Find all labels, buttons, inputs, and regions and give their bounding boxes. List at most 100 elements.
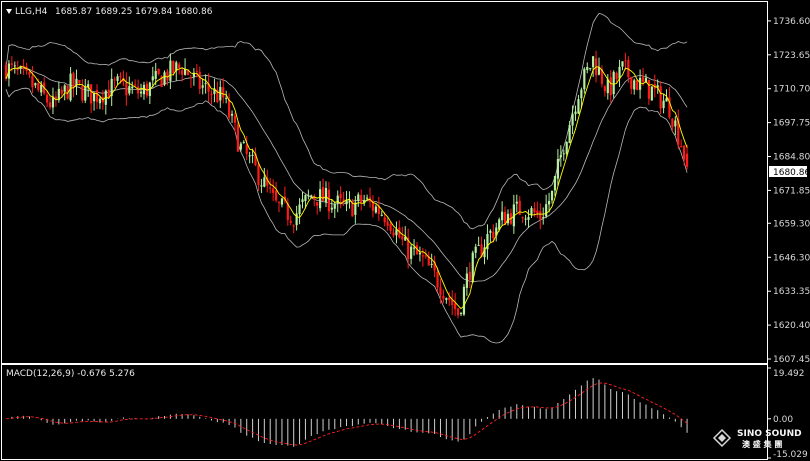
macd-indicator <box>5 378 688 447</box>
candle <box>204 74 207 94</box>
candle <box>274 181 278 203</box>
candle <box>363 194 366 206</box>
candle <box>169 53 172 90</box>
candle <box>319 181 322 212</box>
band-lower <box>5 87 688 344</box>
candle <box>412 239 416 256</box>
logo-text-en: SINO SOUND <box>737 429 802 439</box>
candle <box>398 220 401 239</box>
candle <box>183 58 187 76</box>
candle <box>486 224 489 260</box>
current-price-label: 1680.86 <box>773 168 810 178</box>
candle <box>685 144 689 170</box>
candle <box>198 66 201 95</box>
sino-sound-logo: SINO SOUND 澳 盛 集 團 <box>712 428 802 449</box>
candle <box>160 75 163 88</box>
candle <box>418 246 422 262</box>
price-tick-label: 1671.85 <box>773 186 810 196</box>
candle <box>506 209 510 226</box>
candle <box>263 167 266 188</box>
candle <box>474 243 477 259</box>
chart-menu-triangle-icon[interactable] <box>6 9 12 14</box>
candle <box>512 194 515 234</box>
candle <box>542 207 545 225</box>
candle <box>260 178 263 194</box>
candle <box>454 293 457 316</box>
candle <box>301 191 304 209</box>
band-middle <box>5 67 688 283</box>
candle <box>345 190 348 212</box>
trading-chart[interactable]: 1736.60 1723.65 1710.70 1697.75 1684.80 1671.… <box>0 0 810 461</box>
candle <box>95 84 99 109</box>
candle <box>236 120 240 152</box>
candle <box>272 179 275 202</box>
candle <box>421 247 424 267</box>
candle <box>377 196 380 221</box>
candle <box>524 214 527 226</box>
candle <box>515 194 518 213</box>
candle <box>659 81 662 115</box>
candle <box>92 92 96 111</box>
candle <box>277 200 281 213</box>
price-tick-label: 1633.35 <box>773 287 810 297</box>
candle <box>128 76 131 96</box>
candle <box>34 82 37 89</box>
candle <box>407 228 410 269</box>
candle <box>603 84 606 97</box>
candle <box>521 216 524 223</box>
price-tick-label: 1659.30 <box>773 219 810 229</box>
candle <box>662 93 665 114</box>
price-tick-label: 1684.80 <box>773 153 810 163</box>
candle <box>371 195 375 218</box>
candle <box>242 140 245 144</box>
candle <box>313 194 316 207</box>
macd-tick-label: -15.029 <box>773 450 808 460</box>
candle <box>125 72 128 106</box>
ma-line <box>5 65 688 310</box>
candle <box>530 206 533 218</box>
candle <box>148 81 151 105</box>
candle <box>230 110 234 123</box>
macd-label: MACD(12,26,9) -0.676 5.276 <box>6 369 135 379</box>
candle <box>430 253 433 268</box>
candle <box>439 278 442 304</box>
candle <box>368 187 372 208</box>
candle <box>683 144 686 166</box>
candle <box>621 61 624 71</box>
candle <box>51 87 55 115</box>
candle <box>395 221 398 244</box>
candle <box>624 52 627 71</box>
candle <box>257 162 260 192</box>
candle <box>433 255 436 278</box>
candle <box>592 55 595 78</box>
candle <box>201 78 204 95</box>
candle <box>527 209 530 228</box>
candle <box>536 201 539 218</box>
bollinger-bands <box>5 13 688 344</box>
macd-signal-line <box>5 382 688 446</box>
macd-tick-label: 0.00 <box>773 415 793 425</box>
candle <box>539 203 542 230</box>
candle <box>210 90 213 105</box>
logo-text-cn: 澳 盛 集 團 <box>742 439 782 449</box>
candle <box>139 83 143 98</box>
candle <box>404 226 407 241</box>
macd-tick-label: 19.492 <box>773 369 805 379</box>
candle <box>98 96 102 110</box>
price-axis: 1736.60 1723.65 1710.70 1697.75 1684.80 1671.… <box>767 17 810 365</box>
candle <box>131 81 134 94</box>
candle <box>650 86 653 101</box>
candle <box>316 201 319 215</box>
candle <box>292 224 295 234</box>
candle <box>630 76 633 95</box>
candle <box>90 84 93 114</box>
candle <box>468 262 471 289</box>
candle <box>228 93 231 120</box>
candle <box>307 189 310 200</box>
candle <box>583 67 586 94</box>
candle <box>677 109 680 150</box>
candle <box>638 69 642 99</box>
candle <box>401 226 404 246</box>
candle <box>618 59 621 88</box>
candle <box>501 201 504 226</box>
